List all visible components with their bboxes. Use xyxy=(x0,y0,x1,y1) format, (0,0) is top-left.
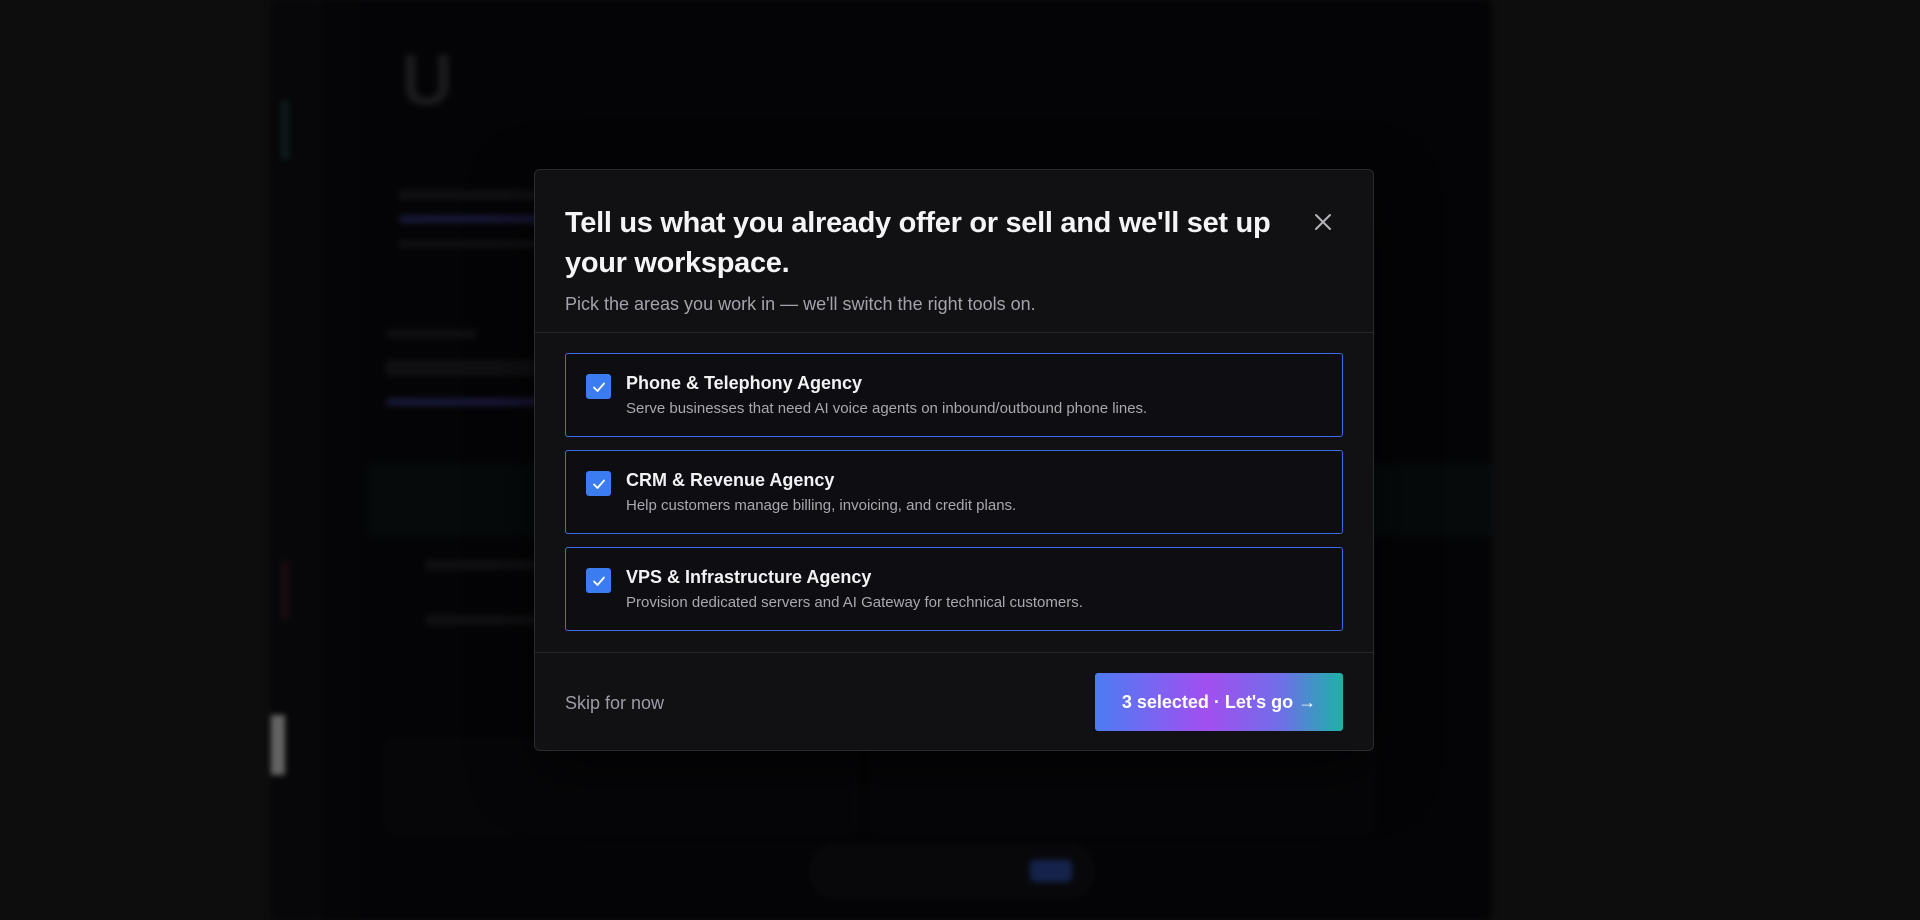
check-icon xyxy=(592,382,605,392)
modal-header: Tell us what you already offer or sell a… xyxy=(535,170,1373,333)
option-description: Provision dedicated servers and AI Gatew… xyxy=(626,594,1083,611)
skip-button[interactable]: Skip for now xyxy=(565,693,664,714)
checkbox-checked[interactable] xyxy=(586,568,611,593)
modal-title: Tell us what you already offer or sell a… xyxy=(565,207,1271,279)
close-icon xyxy=(1315,214,1331,230)
option-crm-revenue[interactable]: CRM & Revenue Agency Help customers mana… xyxy=(565,450,1343,534)
checkbox-checked[interactable] xyxy=(586,374,611,399)
option-phone-telephony[interactable]: Phone & Telephony Agency Serve businesse… xyxy=(565,353,1343,437)
checkbox-checked[interactable] xyxy=(586,471,611,496)
options-list: Phone & Telephony Agency Serve businesse… xyxy=(535,333,1373,631)
option-title: CRM & Revenue Agency xyxy=(626,470,835,490)
option-title: VPS & Infrastructure Agency xyxy=(626,567,872,587)
option-description: Help customers manage billing, invoicing… xyxy=(626,497,1017,514)
close-button[interactable] xyxy=(1309,208,1337,236)
option-title: Phone & Telephony Agency xyxy=(626,373,863,393)
option-vps-infrastructure[interactable]: VPS & Infrastructure Agency Provision de… xyxy=(565,547,1343,631)
lets-go-button[interactable]: 3 selected · Let's go → xyxy=(1095,673,1343,731)
modal-footer: Skip for now 3 selected · Let's go → xyxy=(535,652,1373,752)
check-icon xyxy=(592,479,605,489)
onboarding-modal: Tell us what you already offer or sell a… xyxy=(534,169,1374,751)
modal-subtitle: Pick the areas you work in — we'll switc… xyxy=(565,294,1036,314)
option-description: Serve businesses that need AI voice agen… xyxy=(626,400,1148,417)
screen: U Tell us what you already offer or sell… xyxy=(0,0,1920,920)
check-icon xyxy=(592,576,605,586)
